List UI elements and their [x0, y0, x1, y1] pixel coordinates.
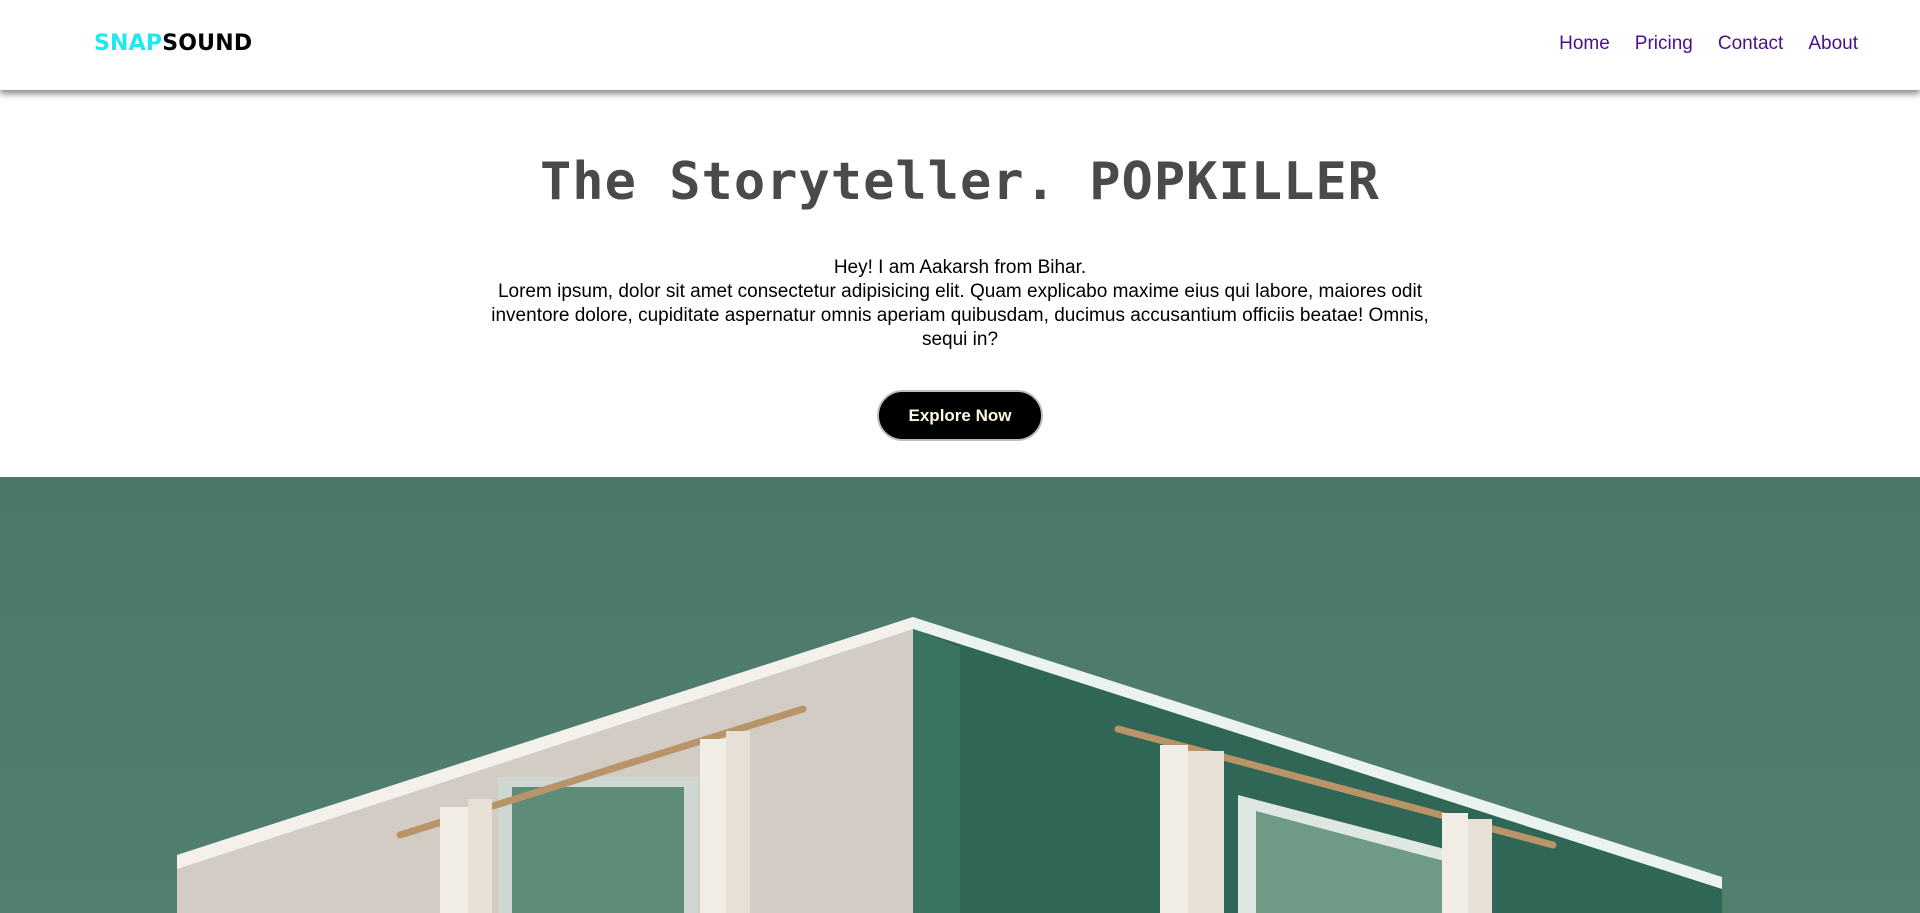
right-curtain-4	[1468, 819, 1492, 913]
corner-shadow	[913, 629, 960, 913]
brand-logo[interactable]: SNAPSOUND	[94, 31, 252, 56]
hero-body: Lorem ipsum, dolor sit amet consectetur …	[491, 281, 1429, 350]
left-window-glass	[512, 787, 684, 913]
left-curtain-4	[726, 731, 750, 913]
brand-logo-sound: SOUND	[162, 31, 253, 56]
right-curtain-2	[1188, 751, 1224, 913]
hero-image	[0, 477, 1920, 913]
nav-link-pricing[interactable]: Pricing	[1635, 33, 1693, 55]
nav-link-contact[interactable]: Contact	[1718, 33, 1783, 55]
hero-text: Hey! I am Aakarsh from Bihar. Lorem ipsu…	[485, 256, 1435, 352]
building-illustration	[177, 617, 1722, 913]
left-curtain-1	[440, 807, 468, 913]
left-curtain-2	[468, 799, 492, 913]
navbar: SNAPSOUND Home Pricing Contact About	[0, 0, 1920, 90]
nav-link-home[interactable]: Home	[1559, 33, 1610, 55]
hero-title: The Storyteller. POPKILLER	[540, 152, 1380, 212]
nav-menu: Home Pricing Contact About	[1559, 33, 1858, 55]
nav-link-about[interactable]: About	[1808, 33, 1858, 55]
brand-logo-snap: SNAP	[94, 31, 163, 56]
explore-now-button[interactable]: Explore Now	[877, 390, 1043, 441]
right-curtain-1	[1160, 745, 1188, 913]
right-curtain-3	[1442, 813, 1468, 913]
hero-section: The Storyteller. POPKILLER Hey! I am Aak…	[0, 90, 1920, 477]
left-curtain-3	[700, 739, 726, 913]
hero-greeting: Hey! I am Aakarsh from Bihar.	[833, 257, 1087, 278]
